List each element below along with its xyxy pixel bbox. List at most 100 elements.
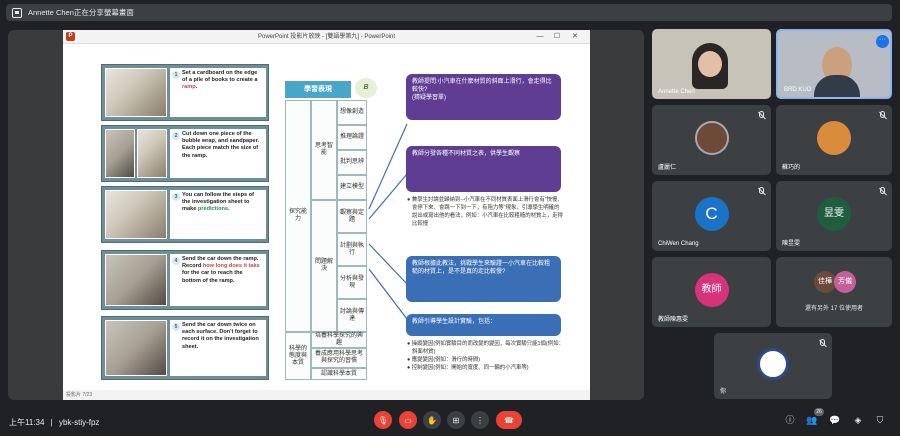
table-cell: 計劃與執行 xyxy=(337,233,367,266)
participant-tile[interactable]: 盧麗仁 xyxy=(652,105,771,175)
mic-toggle-button[interactable]: 🎙 xyxy=(374,411,392,429)
participant-tile[interactable]: 蘇巧的 xyxy=(776,105,892,175)
more-options-button[interactable]: ⋮ xyxy=(471,411,489,429)
screen-share-notification: Annette Chen正在分享螢幕畫面 xyxy=(6,4,892,21)
mic-off-icon xyxy=(880,187,885,194)
chat-icon[interactable]: 💬 xyxy=(829,414,841,426)
leave-call-button[interactable]: ☎ xyxy=(496,411,522,429)
separator: | xyxy=(50,418,53,427)
step-number: 1 xyxy=(172,71,180,79)
present-button[interactable]: ⊞ xyxy=(447,411,465,429)
step-1: 1 Set a cardboard on the edge of a pile o… xyxy=(101,64,269,121)
participant-name: Annette Chen xyxy=(658,89,695,95)
avatar: 教師 xyxy=(694,272,729,307)
table-cell: 問題解決 xyxy=(311,200,337,332)
table-cell: 養成應用科學思考與探究的習慣 xyxy=(311,348,367,368)
bullet-text: ● 控制變因(例如：開始的寬度、同一輛的小汽車等) xyxy=(407,365,529,371)
close-window-button[interactable]: ✕ xyxy=(568,30,582,44)
table-cell: 推理論證 xyxy=(337,125,367,150)
camera-toggle-button[interactable]: ▭ xyxy=(399,411,417,429)
mic-off-icon xyxy=(820,339,825,346)
avatar: 佳樺 xyxy=(814,271,836,293)
participant-tile[interactable]: 昱雯 陳昱雯 xyxy=(776,181,892,251)
step-2: 2 Cut down one piece of the bubble wrap, … xyxy=(101,125,269,182)
host-controls-icon[interactable]: ⛉ xyxy=(874,414,886,426)
participant-name: 教師陳惠雯 xyxy=(658,317,689,323)
step-number: 5 xyxy=(172,323,180,331)
activities-icon[interactable]: ◈ xyxy=(852,414,864,426)
step-photo xyxy=(105,320,167,376)
minimize-button[interactable]: — xyxy=(533,30,547,44)
step-number: 3 xyxy=(172,193,180,201)
table-cell: 討論與傳達 xyxy=(337,299,367,332)
present-icon xyxy=(12,7,22,18)
step-text: Set a cardboard on the edge of a pile of… xyxy=(182,70,258,84)
end-call-icon: ☎ xyxy=(504,415,514,425)
bullet-text: ● 應變變因(例如：滑行的時間) xyxy=(407,357,481,363)
step-number: 2 xyxy=(172,132,180,140)
maximize-button[interactable]: ☐ xyxy=(550,30,564,44)
step-text-end: . xyxy=(195,84,198,91)
more-participants-text: 還有另外 17 位使用者 xyxy=(804,306,863,312)
video-face xyxy=(698,51,722,77)
step-photo xyxy=(105,190,167,239)
notification-text: Annette Chen正在分享螢幕畫面 xyxy=(28,8,134,17)
avatar xyxy=(757,348,789,381)
present-screen-icon: ⊞ xyxy=(452,415,460,425)
avatar: 昱雯 xyxy=(817,196,851,231)
participant-tile[interactable]: C ChiWen Chang xyxy=(652,181,771,251)
step-highlight: ramp xyxy=(182,84,196,91)
slide: 1 Set a cardboard on the edge of a pile o… xyxy=(63,44,590,390)
table-cell: 培養科學探究的興趣 xyxy=(311,332,367,348)
meeting-time-code: 上午11:34 | ybk-stiy-fpz xyxy=(9,417,99,428)
step-text: Cut down one piece of the bubble wrap, a… xyxy=(182,131,260,159)
avatar: 芳儀 xyxy=(834,271,856,293)
card-challenge: 教師根據此教法，挑戰學生來驗證一小汽車在比較粗糙的材質上，是不是真的走比較慢? xyxy=(406,256,561,302)
info-icon[interactable]: ⓘ xyxy=(784,414,796,426)
camera-off-icon: ▭ xyxy=(404,415,412,425)
connector-lines xyxy=(368,123,408,320)
avatar: C xyxy=(694,196,729,231)
meeting-time: 上午11:34 xyxy=(9,418,45,427)
participant-tile-group[interactable]: 佳樺 芳儀 還有另外 17 位使用者 xyxy=(776,257,892,327)
more-options-button[interactable]: ··· xyxy=(876,35,889,48)
people-count-badge: 26 xyxy=(814,408,824,416)
participant-name: BRD KUO xyxy=(784,87,812,93)
bullet-text: ● 操縱變因(例如實驗目的而改變的變因，每次實驗只能1個(例如：斜面材質) xyxy=(407,341,564,355)
step-highlight: predictions xyxy=(197,206,229,213)
table-cell: 思考智能 xyxy=(311,100,337,200)
mic-off-icon xyxy=(759,187,764,194)
table-cell: 認識科學本質 xyxy=(311,368,367,380)
table-cell: 想像創造 xyxy=(337,100,367,125)
step-photo xyxy=(105,68,167,117)
participant-name: 蘇巧的 xyxy=(782,165,801,171)
participant-tile[interactable]: Annette Chen xyxy=(652,29,771,99)
step-photo xyxy=(105,129,135,178)
meeting-code: ybk-stiy-fpz xyxy=(58,418,100,427)
card-question: 教師提問:小汽車在什麼材質的斜面上滑行，會走得比較快? (猜疑學習單) xyxy=(406,74,561,120)
mic-off-icon xyxy=(880,111,885,118)
step-text-end: . xyxy=(228,206,230,213)
table-cell: 觀察與定題 xyxy=(337,200,367,233)
powerpoint-titlebar: P PowerPoint 投影片放映 - [雙語學第九] - PowerPoin… xyxy=(63,30,590,44)
card-design: 教師引導學生設計實驗，包括： xyxy=(406,314,561,336)
bullet-text: ● 兼學生討論並歸納到--小汽車在不同材質表面上滑行會有"快慢、會停下來、會跳一… xyxy=(407,197,563,227)
mic-off-icon: 🎙 xyxy=(377,415,389,425)
step-4: 4 Send the car down the ramp. Record how … xyxy=(101,250,269,310)
step-photo xyxy=(137,129,167,178)
participant-name: ChiWen Chang xyxy=(658,241,699,247)
table-cell: 探究能力 xyxy=(285,100,311,332)
participant-tile[interactable]: 教師 教師陳惠雯 xyxy=(652,257,771,327)
avatar xyxy=(817,120,851,155)
participant-tile-self[interactable]: 你 xyxy=(714,333,832,399)
table-header: 學習表現 xyxy=(285,81,351,98)
participant-tile[interactable]: ··· BRD KUO xyxy=(776,29,892,99)
more-vert-icon: ⋮ xyxy=(476,415,484,425)
table-cell: 批判思辨 xyxy=(337,150,367,175)
step-5: 5 Send the car down twice on each surface… xyxy=(101,316,269,380)
table-cell: 科學的態度與本質 xyxy=(285,332,311,380)
step-number: 4 xyxy=(172,257,180,265)
hand-icon: ✋ xyxy=(427,415,437,425)
raise-hand-button[interactable]: ✋ xyxy=(423,411,441,429)
step-photo xyxy=(105,254,167,306)
